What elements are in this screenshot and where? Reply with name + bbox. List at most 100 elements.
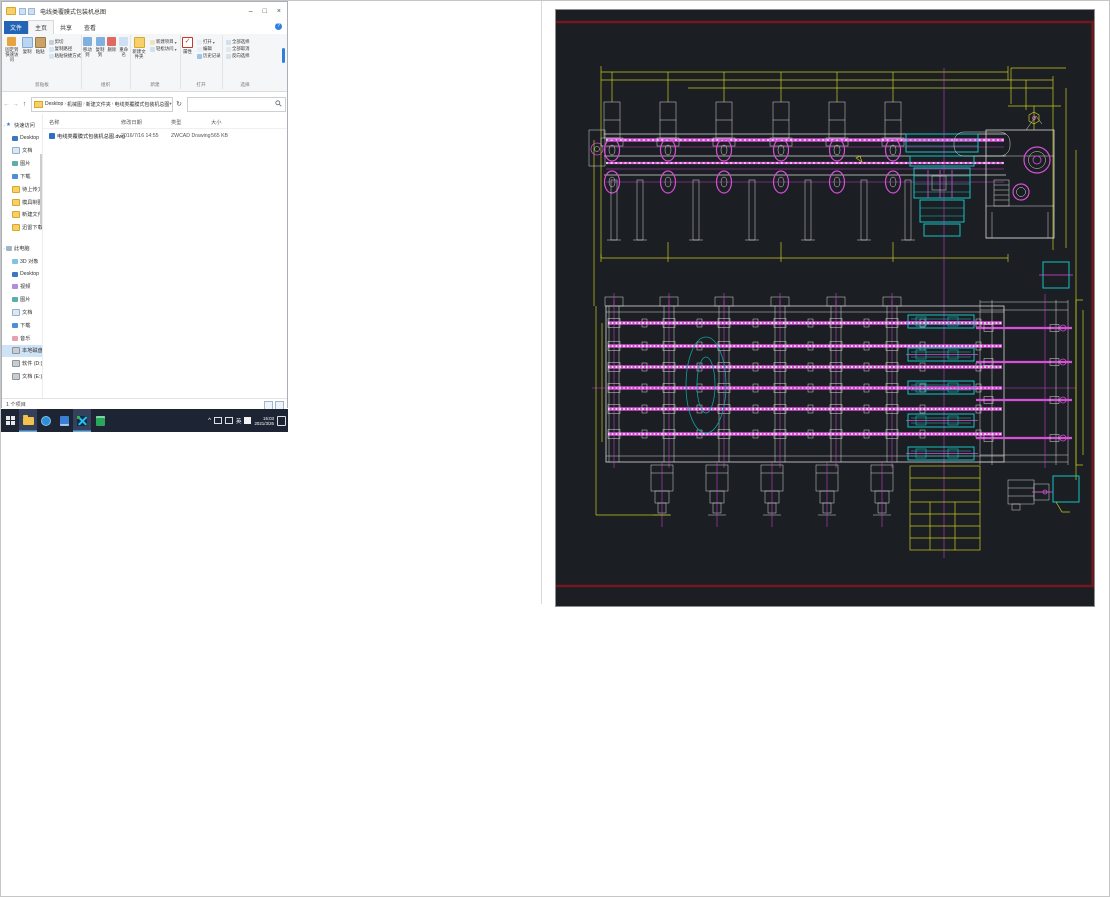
volume-icon[interactable] <box>225 417 233 424</box>
sidebar-item-downloads[interactable]: 下载 <box>2 170 42 183</box>
sidebar-item-folder[interactable]: 模具制图资料 <box>2 196 42 209</box>
minimize-button[interactable]: – <box>249 8 253 15</box>
touch-keyboard-icon[interactable] <box>214 417 222 424</box>
taskbar-zwcad[interactable] <box>73 409 91 432</box>
new-folder-button[interactable]: 新建文件夹 <box>131 37 147 59</box>
start-button[interactable] <box>1 409 19 432</box>
taskbar-file-explorer[interactable] <box>19 409 37 432</box>
taskbar-browser[interactable] <box>37 409 55 432</box>
breadcrumb-segment-desktop[interactable]: Desktop <box>45 101 63 107</box>
sidebar-item-folder[interactable]: 迅雷下载 <box>2 221 42 234</box>
breadcrumb[interactable]: Desktop › 机械图 › 新建文件夹 › 电线类覆膜式包装机总图 ▾ <box>31 97 173 112</box>
back-button[interactable]: ← <box>2 101 11 108</box>
column-header-type[interactable]: 类型 <box>171 119 181 126</box>
navigation-pane: › ★ 快速访问 Desktop 文档 图片 下 <box>2 114 43 398</box>
file-row[interactable]: 电线类覆膜式包装机总图.dwg 2016/7/16 14:55 ZWCAD Dr… <box>43 130 287 142</box>
drive-icon <box>12 347 20 354</box>
ribbon-group-open: ✓ 属性 打开 ▾ 编辑 <box>180 35 223 89</box>
close-button[interactable]: × <box>277 8 281 15</box>
zwcad-icon <box>77 416 87 426</box>
breadcrumb-segment-2[interactable]: 新建文件夹 <box>86 101 111 108</box>
sidebar-item-downloads[interactable]: 下载 <box>2 319 42 332</box>
ribbon-group-new: 新建文件夹 新建项目 ▾ 轻松访问 ▾ <box>130 35 181 89</box>
delete-button[interactable]: 删除 <box>107 37 116 52</box>
copy-button[interactable]: 复制 <box>22 37 33 54</box>
edit-button[interactable]: 编辑 <box>197 46 221 52</box>
refresh-button[interactable]: ↻ <box>173 100 185 108</box>
desktop-icon <box>12 136 18 141</box>
tab-share[interactable]: 共享 <box>54 21 78 34</box>
maximize-button[interactable]: □ <box>263 8 267 15</box>
cad-drawing-viewport[interactable] <box>555 9 1095 607</box>
quick-access-toolbar-icon[interactable] <box>19 8 26 15</box>
tab-home[interactable]: 主页 <box>28 20 54 34</box>
panel-divider <box>541 1 542 604</box>
sidebar-item-pictures[interactable]: 图片 <box>2 157 42 170</box>
sidebar-item-music[interactable]: 音乐 <box>2 332 42 345</box>
title-bar[interactable]: 电线类覆膜式包装机总图 – □ × <box>2 2 287 20</box>
ime-icon[interactable] <box>244 417 251 424</box>
ribbon-tabs: 文件 主页 共享 查看 <box>2 20 287 35</box>
paste-button[interactable]: 粘贴 <box>35 37 46 54</box>
taskbar-notes-app[interactable] <box>91 409 109 432</box>
select-none-button[interactable]: 全部取消 <box>226 46 250 52</box>
copy-path-button[interactable]: 复制路径 <box>49 46 81 52</box>
sidebar-item-this-pc[interactable]: › 此电脑 <box>2 242 42 255</box>
sidebar-item-drive-d[interactable]: 软件 (D:) <box>2 357 42 370</box>
sidebar-item-folder[interactable]: 新建文件夹 <box>2 209 42 222</box>
breadcrumb-folder-icon <box>34 101 43 108</box>
breadcrumb-segment-3[interactable]: 电线类覆膜式包装机总图 <box>114 101 169 108</box>
pin-to-quick-access-button[interactable]: 固定到快速访问 <box>4 37 20 62</box>
sidebar-item-3d-objects[interactable]: 3D 对象 <box>2 255 42 268</box>
tab-file[interactable]: 文件 <box>4 21 28 34</box>
new-folder-icon <box>134 37 145 48</box>
sidebar-item-local-disk-c[interactable]: 本地磁盘 (C:) <box>2 345 42 358</box>
tray-expand-icon[interactable]: ^ <box>208 418 211 424</box>
invert-selection-icon <box>226 54 231 59</box>
taskbar-clock[interactable]: 15:03 2021/3/26 <box>254 416 274 426</box>
window-folder-icon <box>6 7 16 15</box>
notification-center-icon[interactable] <box>277 416 286 426</box>
new-item-button[interactable]: 新建项目 ▾ <box>150 39 177 45</box>
select-all-button[interactable]: 全部选择 <box>226 39 250 45</box>
move-to-button[interactable]: 移动到 <box>82 37 93 57</box>
sidebar-item-drive-e[interactable]: 文档 (E:) <box>2 370 42 383</box>
properties-button[interactable]: ✓ 属性 <box>181 37 194 54</box>
status-bar: 1 个项目 <box>2 398 287 409</box>
rename-button[interactable]: 重命名 <box>118 37 129 57</box>
help-icon[interactable]: ? <box>275 23 282 30</box>
copy-to-button[interactable]: 复制到 <box>95 37 106 57</box>
column-header-name[interactable]: 名称 <box>49 119 59 126</box>
sidebar-item-folder[interactable]: 待上传文件 <box>2 183 42 196</box>
ribbon-scroll-indicator[interactable] <box>282 48 285 63</box>
invert-selection-button[interactable]: 反向选择 <box>226 53 250 59</box>
sidebar-item-documents[interactable]: 文档 <box>2 145 42 158</box>
open-button[interactable]: 打开 ▾ <box>197 39 221 45</box>
up-button[interactable]: ↑ <box>20 101 29 108</box>
easy-access-button[interactable]: 轻松访问 ▾ <box>150 46 177 52</box>
cut-button[interactable]: 剪切 <box>49 39 81 45</box>
file-name: 电线类覆膜式包装机总图.dwg <box>57 133 125 140</box>
paste-shortcut-button[interactable]: 粘贴快捷方式 <box>49 53 81 59</box>
ribbon-group-select: 全部选择 全部取消 反向选择 选择 <box>222 35 268 89</box>
history-button[interactable]: 历史记录 <box>197 53 221 59</box>
sidebar-scrollbar[interactable] <box>40 154 42 224</box>
sidebar-item-documents[interactable]: 文档 <box>2 306 42 319</box>
quick-access-toolbar-icon[interactable] <box>28 8 35 15</box>
column-header-modified[interactable]: 修改日期 <box>121 119 142 126</box>
folder-icon <box>12 199 20 206</box>
column-header-size[interactable]: 大小 <box>211 119 221 126</box>
sidebar-item-videos[interactable]: 视频 <box>2 281 42 294</box>
open-icon <box>197 40 202 45</box>
breadcrumb-segment-1[interactable]: 机械图 <box>67 101 82 108</box>
sidebar-item-desktop[interactable]: Desktop <box>2 132 42 145</box>
language-indicator[interactable]: 英 <box>236 417 242 425</box>
sidebar-item-quick-access[interactable]: › ★ 快速访问 <box>2 119 42 132</box>
taskbar-wps-office[interactable] <box>55 409 73 432</box>
tab-view[interactable]: 查看 <box>78 21 102 34</box>
search-input[interactable] <box>187 97 286 112</box>
sidebar-item-pictures[interactable]: 图片 <box>2 293 42 306</box>
group-label-open: 打开 <box>180 82 222 88</box>
forward-button[interactable]: → <box>11 101 20 108</box>
sidebar-item-desktop[interactable]: Desktop <box>2 268 42 281</box>
